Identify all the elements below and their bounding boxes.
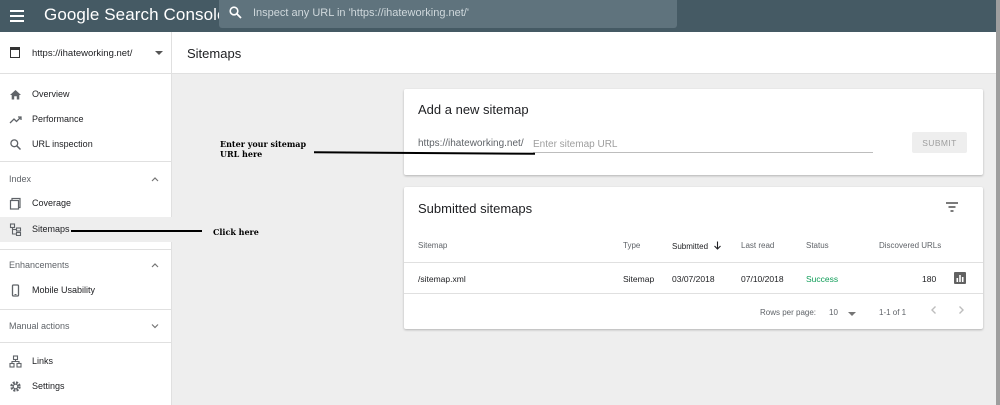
annotation-line: URL here	[220, 149, 263, 159]
column-header-status[interactable]: Status	[806, 241, 829, 250]
annotation-click-here: Click here	[213, 227, 259, 237]
sidebar-item-label: URL inspection	[32, 139, 93, 149]
top-app-bar: Google Search Console Inspect any URL in…	[0, 0, 1000, 32]
column-header-sitemap[interactable]: Sitemap	[418, 241, 447, 250]
trending-up-icon	[9, 116, 22, 124]
property-url: https://ihateworking.net/	[32, 48, 133, 59]
property-icon	[10, 47, 20, 58]
coverage-icon	[9, 197, 21, 210]
annotation-line: Enter your sitemap	[220, 139, 307, 149]
sidebar-item-label: Mobile Usability	[32, 285, 96, 295]
caret-down-icon[interactable]	[848, 312, 856, 316]
menu-icon[interactable]	[10, 10, 24, 22]
sidebar-item-overview[interactable]: Overview	[0, 82, 172, 107]
add-sitemap-card: Add a new sitemap https://ihateworking.n…	[404, 89, 983, 175]
sidebar: https://ihateworking.net/ Overview Perfo…	[0, 32, 172, 405]
app-title[interactable]: Google Search Console	[44, 5, 227, 25]
window-edge	[996, 0, 1000, 405]
rows-per-page-select[interactable]: 10	[829, 308, 838, 317]
chevron-up-icon[interactable]	[151, 175, 159, 183]
cell-discovered-urls: 180	[922, 274, 937, 284]
chevron-down-icon[interactable]	[151, 322, 159, 330]
row-divider	[404, 293, 983, 294]
bar-chart-icon[interactable]	[954, 272, 966, 284]
sidebar-item-label: Performance	[32, 114, 84, 124]
sidebar-item-mobile-usability[interactable]: Mobile Usability	[0, 278, 172, 303]
column-header-last-read[interactable]: Last read	[741, 241, 774, 250]
sidebar-item-label: Sitemaps	[32, 224, 70, 234]
search-icon	[229, 6, 242, 19]
sidebar-item-settings[interactable]: Settings	[0, 374, 172, 399]
sidebar-divider	[0, 309, 172, 310]
pagination-range: 1-1 of 1	[879, 308, 907, 317]
row-divider	[404, 262, 983, 263]
sidebar-item-label: Coverage	[32, 198, 72, 208]
column-header-type[interactable]: Type	[623, 241, 640, 250]
column-header-discovered-urls[interactable]: Discovered URLs	[879, 241, 941, 250]
chevron-left-icon[interactable]	[928, 304, 940, 316]
section-index[interactable]: Index	[9, 174, 31, 184]
url-inspect-search[interactable]: Inspect any URL in 'https://ihateworking…	[219, 0, 677, 28]
cell-last-read: 07/10/2018	[741, 274, 784, 284]
property-selector[interactable]: https://ihateworking.net/	[0, 32, 172, 74]
status-badge: Success	[806, 274, 839, 284]
submit-button[interactable]: SUBMIT	[912, 132, 967, 153]
section-manual-actions[interactable]: Manual actions	[9, 321, 70, 331]
sidebar-item-label: Links	[32, 356, 54, 366]
cell-submitted: 03/07/2018	[672, 274, 715, 284]
home-icon	[10, 90, 21, 100]
column-header-submitted[interactable]: Submitted	[672, 241, 722, 251]
sidebar-item-performance[interactable]: Performance	[0, 107, 172, 132]
add-sitemap-title: Add a new sitemap	[418, 102, 529, 117]
section-enhancements[interactable]: Enhancements	[9, 260, 69, 270]
filter-icon[interactable]	[945, 201, 959, 213]
sidebar-item-coverage[interactable]: Coverage	[0, 191, 172, 216]
sidebar-item-links[interactable]: Links	[0, 349, 172, 374]
arrow-down-icon	[714, 241, 722, 250]
rows-per-page-label: Rows per page:	[760, 308, 817, 317]
sidebar-divider	[0, 161, 172, 162]
chevron-right-icon[interactable]	[955, 304, 967, 316]
sitemap-icon	[9, 223, 22, 236]
chevron-up-icon[interactable]	[151, 261, 159, 269]
sidebar-item-url-inspection[interactable]: URL inspection	[0, 132, 172, 157]
column-header-label: Submitted	[672, 242, 709, 251]
page-header: Sitemaps	[172, 32, 996, 74]
sitemap-url-input[interactable]	[533, 137, 873, 153]
caret-down-icon	[155, 51, 163, 55]
submitted-sitemaps-card: Submitted sitemaps Sitemap Type Submitte…	[404, 187, 983, 329]
annotation-enter-url: Enter your sitemap URL here	[220, 139, 306, 159]
search-input[interactable]: Inspect any URL in 'https://ihateworking…	[253, 7, 469, 19]
links-icon	[9, 355, 22, 368]
url-prefix: https://ihateworking.net/	[418, 138, 524, 149]
gear-icon	[10, 381, 21, 392]
search-icon	[10, 139, 22, 151]
sidebar-item-label: Settings	[32, 381, 65, 391]
cell-sitemap: /sitemap.xml	[418, 274, 466, 284]
annotation-arrow-line	[71, 230, 202, 232]
submitted-sitemaps-title: Submitted sitemaps	[418, 201, 533, 216]
sidebar-item-label: Overview	[32, 89, 70, 99]
sidebar-divider	[0, 342, 172, 343]
cell-type: Sitemap	[623, 274, 655, 284]
page-title: Sitemaps	[187, 46, 242, 61]
phone-icon	[11, 284, 20, 297]
sidebar-divider	[0, 249, 172, 250]
